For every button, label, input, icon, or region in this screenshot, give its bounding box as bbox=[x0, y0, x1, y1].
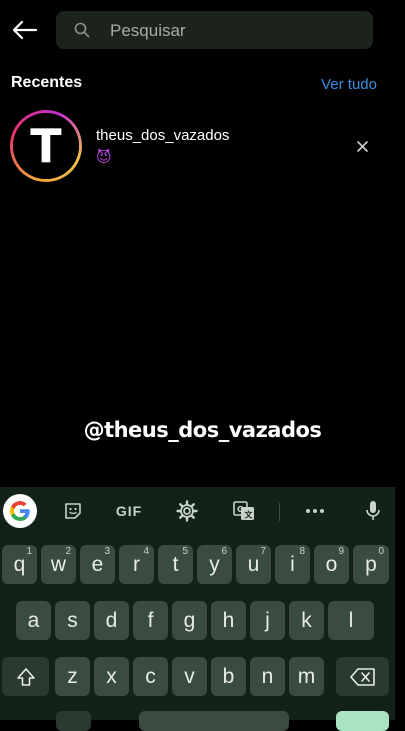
story-ring: T bbox=[10, 110, 82, 182]
shift-icon bbox=[16, 667, 35, 686]
search-bar[interactable] bbox=[56, 11, 373, 51]
on-screen-keyboard: GIF G文 q1 w2 e3 r4 t5 y6 u7 i8 o9 p0 a s… bbox=[0, 487, 395, 731]
google-icon[interactable] bbox=[3, 494, 37, 528]
key-hint: 0 bbox=[378, 546, 384, 557]
svg-text:G: G bbox=[237, 505, 244, 514]
recent-header: Recentes Ver tudo bbox=[11, 74, 396, 96]
key-hint: 5 bbox=[182, 546, 188, 557]
key[interactable]: n bbox=[250, 657, 285, 696]
key-label: p bbox=[365, 552, 377, 576]
top-bar bbox=[0, 0, 405, 62]
sticker-icon[interactable] bbox=[58, 495, 88, 527]
key-label: q bbox=[13, 552, 26, 576]
key-hint: 3 bbox=[104, 546, 110, 557]
gif-button[interactable]: GIF bbox=[110, 495, 148, 527]
svg-text:文: 文 bbox=[245, 510, 254, 520]
key-hint: 8 bbox=[299, 546, 305, 557]
key[interactable]: m bbox=[289, 657, 324, 696]
key-hint: 9 bbox=[338, 546, 344, 557]
key[interactable]: w2 bbox=[41, 545, 76, 584]
backspace-icon bbox=[349, 667, 375, 686]
close-icon[interactable] bbox=[352, 136, 372, 156]
keyboard-toolbar: GIF G文 bbox=[0, 487, 395, 535]
see-all-link[interactable]: Ver tudo bbox=[321, 76, 377, 93]
search-icon bbox=[74, 22, 90, 43]
key[interactable]: b bbox=[211, 657, 246, 696]
avatar: T bbox=[13, 113, 79, 179]
key[interactable]: u7 bbox=[236, 545, 271, 584]
key[interactable]: v bbox=[172, 657, 207, 696]
key[interactable]: z bbox=[55, 657, 90, 696]
key[interactable]: l bbox=[328, 601, 374, 640]
key[interactable]: o9 bbox=[314, 545, 349, 584]
search-input[interactable] bbox=[108, 11, 362, 51]
key-hint: 4 bbox=[143, 546, 149, 557]
gear-icon[interactable] bbox=[172, 495, 202, 527]
key[interactable]: k bbox=[289, 601, 324, 640]
shift-key[interactable] bbox=[2, 657, 49, 696]
enter-key[interactable] bbox=[336, 711, 389, 731]
key[interactable]: p0 bbox=[353, 545, 389, 584]
microphone-icon[interactable] bbox=[358, 495, 388, 527]
key[interactable]: y6 bbox=[197, 545, 232, 584]
key[interactable]: g bbox=[172, 601, 207, 640]
key-hint: 7 bbox=[260, 546, 266, 557]
key[interactable]: j bbox=[250, 601, 285, 640]
key-hint: 1 bbox=[26, 546, 32, 557]
key-label: y bbox=[209, 552, 220, 576]
username: theus_dos_vazados bbox=[96, 127, 230, 144]
key[interactable]: c bbox=[133, 657, 168, 696]
recent-title: Recentes bbox=[11, 74, 83, 91]
key-hint: 2 bbox=[65, 546, 71, 557]
key-label: o bbox=[325, 552, 338, 576]
key[interactable]: a bbox=[16, 601, 51, 640]
back-arrow-icon[interactable] bbox=[8, 14, 40, 46]
watermark-caption: @theus_dos_vazados bbox=[83, 418, 322, 442]
key[interactable]: s bbox=[55, 601, 90, 640]
devil-emoji: 😈 bbox=[96, 149, 112, 166]
key[interactable]: h bbox=[211, 601, 246, 640]
key[interactable]: e3 bbox=[80, 545, 115, 584]
comma-key[interactable] bbox=[56, 711, 91, 731]
toolbar-divider bbox=[279, 503, 280, 521]
gif-label: GIF bbox=[115, 503, 143, 519]
key-hint: 6 bbox=[221, 546, 227, 557]
key-label: e bbox=[91, 552, 104, 576]
backspace-key[interactable] bbox=[336, 657, 389, 696]
key-label: w bbox=[50, 552, 67, 576]
more-icon[interactable] bbox=[300, 495, 330, 527]
key[interactable]: t5 bbox=[158, 545, 193, 584]
translate-icon[interactable]: G文 bbox=[229, 495, 259, 527]
recent-search-item[interactable]: T theus_dos_vazados 😈 bbox=[10, 110, 395, 184]
space-key[interactable] bbox=[139, 711, 289, 731]
key-label: u bbox=[247, 552, 260, 576]
key-label: t bbox=[172, 552, 179, 576]
key-label: i bbox=[290, 552, 295, 576]
key-label: r bbox=[133, 552, 140, 576]
key[interactable]: d bbox=[94, 601, 129, 640]
key[interactable]: x bbox=[94, 657, 129, 696]
key[interactable]: i8 bbox=[275, 545, 310, 584]
key[interactable]: q1 bbox=[2, 545, 37, 584]
key[interactable]: f bbox=[133, 601, 168, 640]
key[interactable]: r4 bbox=[119, 545, 154, 584]
